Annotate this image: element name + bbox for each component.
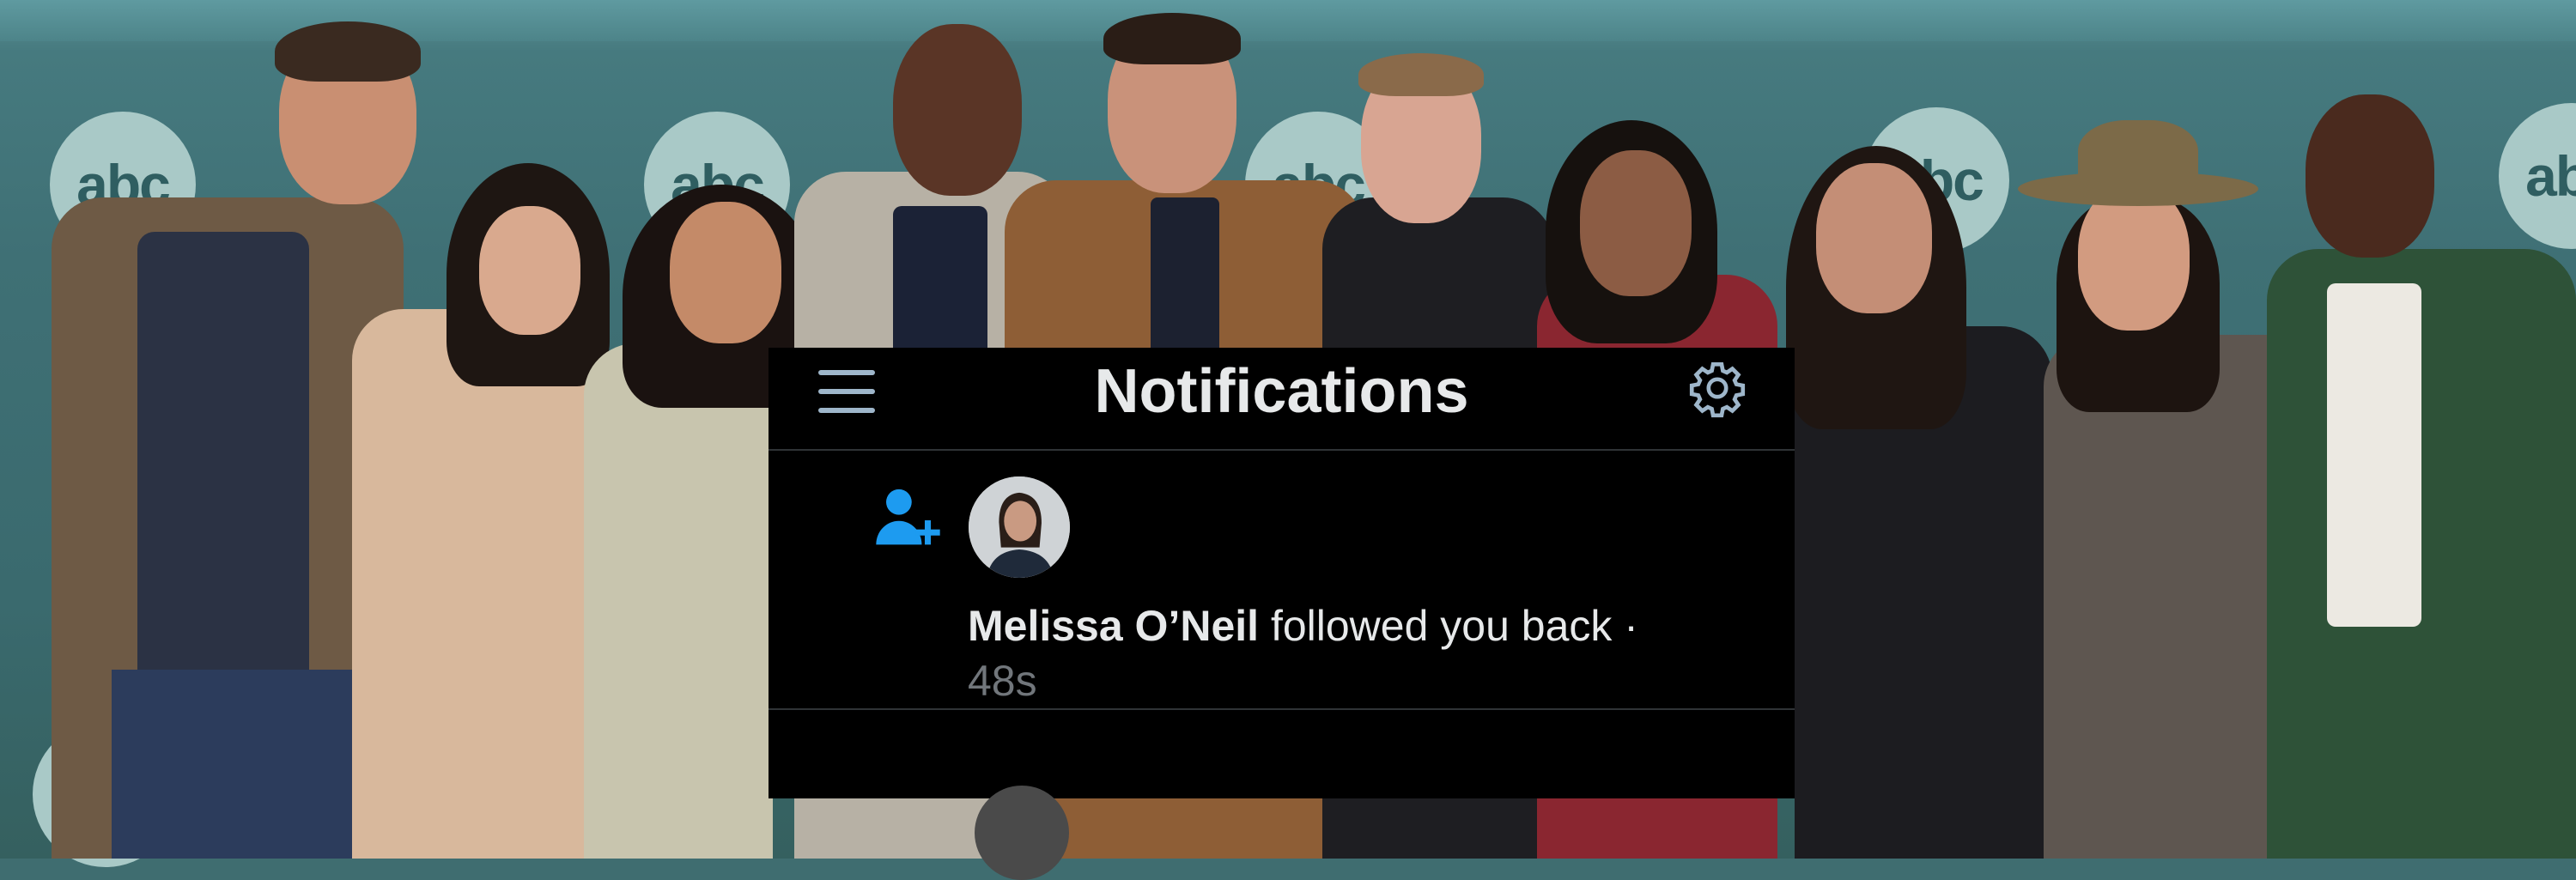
page-title: Notifications [1094, 357, 1469, 426]
person-add-icon [876, 489, 940, 545]
timestamp: 48s [968, 657, 1037, 705]
avatar[interactable] [969, 476, 1070, 578]
notification-item[interactable]: Melissa O’Neil followed you back · 48s [769, 451, 1795, 710]
next-notification-avatar [975, 786, 1069, 880]
notification-text: Melissa O’Neil followed you back · 48s [968, 598, 1741, 708]
user-name[interactable]: Melissa O’Neil [968, 602, 1259, 650]
gear-icon[interactable] [1687, 358, 1747, 418]
notification-action: followed you back · [1259, 602, 1638, 650]
notifications-header: Notifications [769, 348, 1795, 451]
notifications-panel: Notifications Melissa O’Neil followed yo… [769, 348, 1795, 880]
